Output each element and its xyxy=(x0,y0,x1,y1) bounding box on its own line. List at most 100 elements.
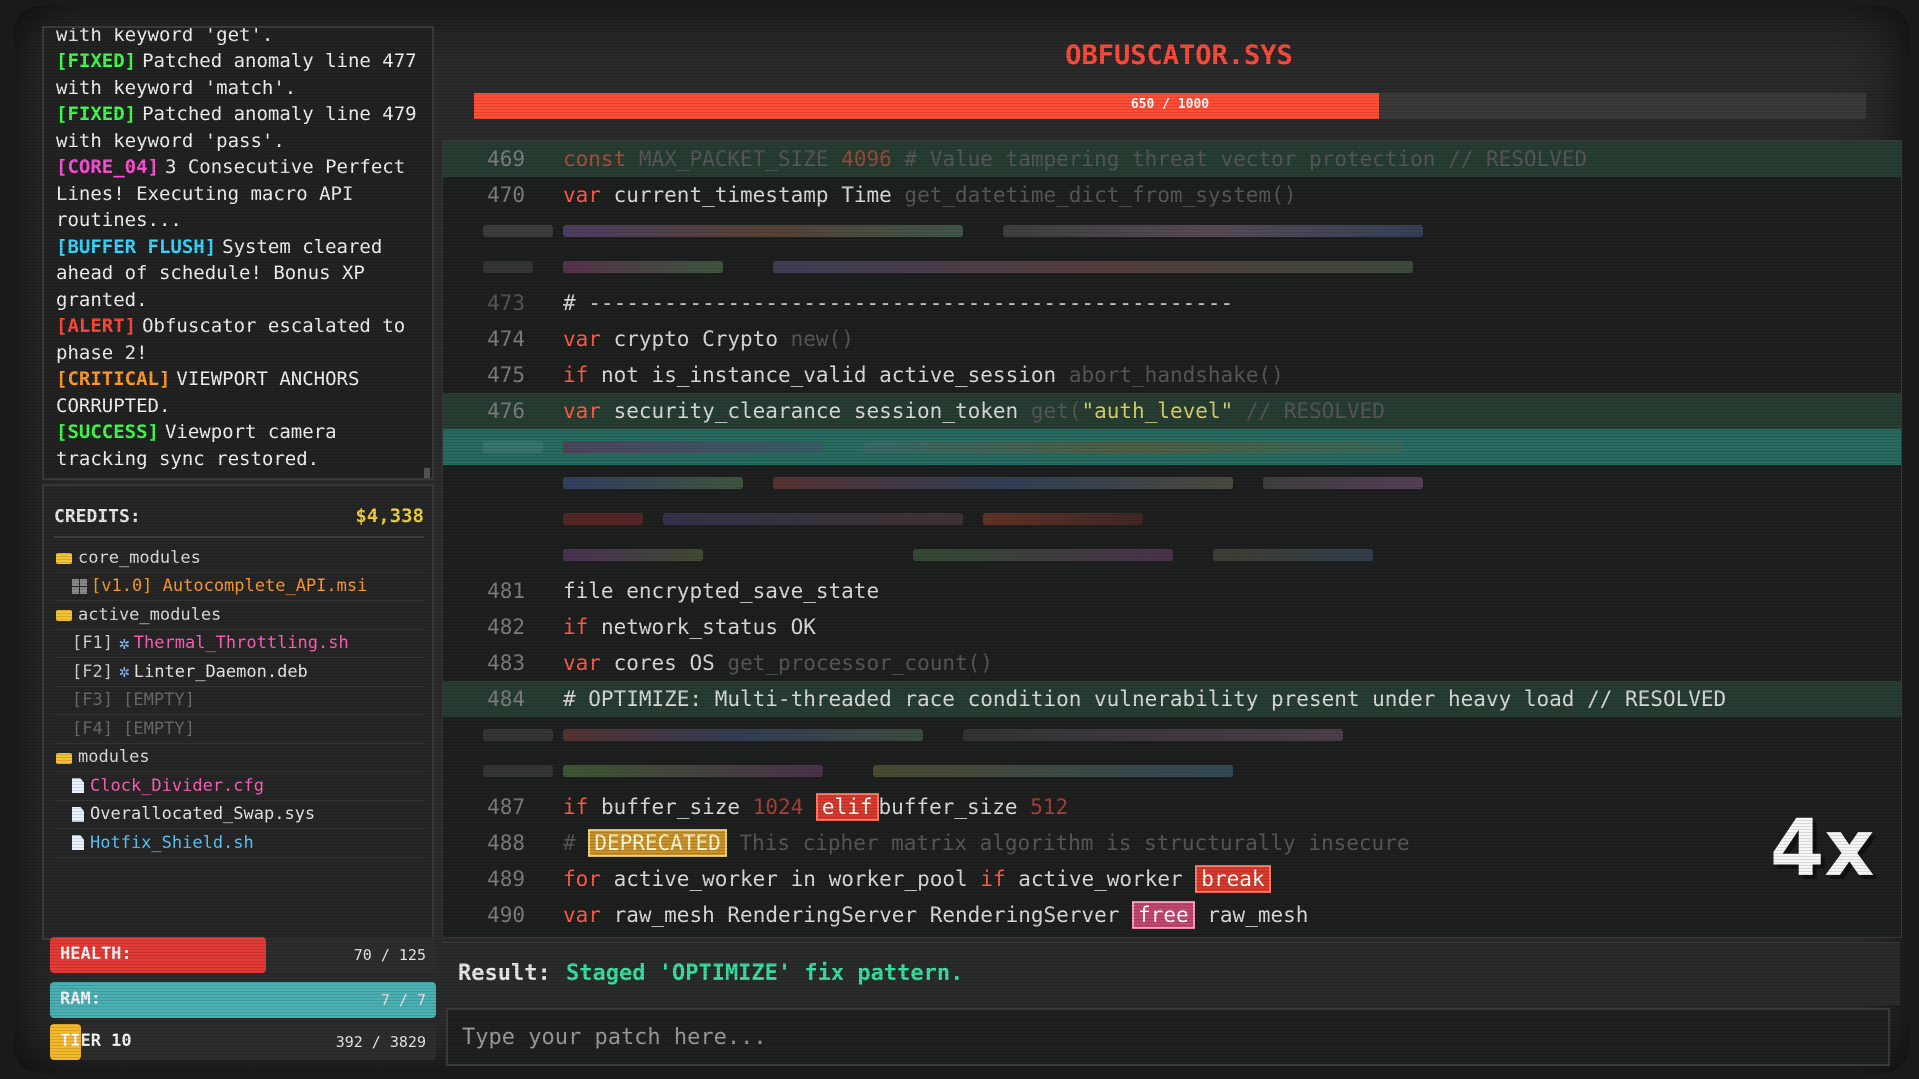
log-tag: [BUFFER FLUSH] xyxy=(56,235,217,258)
code-line-482[interactable]: 482 if network_status OK xyxy=(443,609,1901,645)
code-line-475[interactable]: 475 if not is_instance_valid active_sess… xyxy=(443,357,1901,393)
file-icon xyxy=(72,778,84,794)
file-label: Overallocated_Swap.sys xyxy=(90,804,316,825)
log-tag: [SUCCESS] xyxy=(56,421,159,443)
code-line-corrupted[interactable] xyxy=(443,501,1901,537)
code-line-corrupted[interactable] xyxy=(443,465,1901,501)
log-text: with keyword 'get'. xyxy=(56,26,274,46)
line-number: 470 xyxy=(487,183,525,207)
line-number: 490 xyxy=(487,903,525,927)
file-label: Hotfix_Shield.sh xyxy=(90,832,254,853)
combo-multiplier: 4x xyxy=(1770,804,1875,894)
code-line-470[interactable]: 470 var current_timestamp Time get_datet… xyxy=(443,177,1901,213)
folder-modules[interactable]: modules xyxy=(54,744,424,772)
event-log-panel[interactable]: with keyword 'get'. [FIXED] Patched anomal… xyxy=(42,26,434,480)
file-hotfix-shield[interactable]: Hotfix_Shield.sh xyxy=(54,829,424,858)
line-text: for active_worker in worker_pool if acti… xyxy=(563,861,1271,897)
slot-f1[interactable]: [F1] ✲ Thermal_Throttling.sh xyxy=(54,630,424,658)
result-label: Result: xyxy=(458,961,551,986)
code-line-483[interactable]: 483 var cores OS get_processor_count() xyxy=(443,645,1901,681)
line-text: var cores OS get_processor_count() xyxy=(563,651,993,675)
folder-label: active_modules xyxy=(78,604,222,625)
keyword-badge: break xyxy=(1195,865,1271,893)
line-number: 488 xyxy=(487,831,525,855)
code-line-476[interactable]: 476 var security_clearance session_token… xyxy=(443,393,1901,429)
code-line-481[interactable]: 481 file encrypted_save_state xyxy=(443,573,1901,609)
log-entry: [FIXED] Patched anomaly line 477 with key… xyxy=(56,48,422,101)
code-editor[interactable]: 469 const MAX_PACKET_SIZE 4096 # Value t… xyxy=(442,140,1902,938)
code-line-488[interactable]: 488 # DEPRECATED This cipher matrix algo… xyxy=(443,825,1901,861)
result-panel: Result: Staged 'OPTIMIZE' fix pattern. xyxy=(442,942,1900,1005)
line-text: var crypto Crypto new() xyxy=(563,327,854,351)
health-bar: HEALTH: 70 / 125 xyxy=(50,937,436,973)
module-autocomplete[interactable]: [v1.0] Autocomplete_API.msi xyxy=(54,573,424,601)
hotkey-label: [F2] xyxy=(72,661,113,682)
code-line-490[interactable]: 490 var raw_mesh RenderingServer Renderi… xyxy=(443,897,1901,933)
module-label: [v1.0] Autocomplete_API.msi xyxy=(91,576,368,597)
gear-icon: ✲ xyxy=(118,661,130,683)
code-line-corrupted[interactable] xyxy=(443,537,1901,573)
slot-f3-empty[interactable]: [F3] [EMPTY] xyxy=(54,687,424,715)
tier-bar: TIER 10 392 / 3829 xyxy=(50,1024,436,1060)
line-text: if not is_instance_valid active_session … xyxy=(563,363,1284,387)
log-entry: [CRITICAL] VIEWPORT ANCHORS CORRUPTED. xyxy=(56,366,422,419)
deprecated-badge: DEPRECATED xyxy=(588,829,727,857)
module-label: Thermal_Throttling.sh xyxy=(133,633,349,654)
code-line-489[interactable]: 489 for active_worker in worker_pool if … xyxy=(443,861,1901,897)
line-text: var current_timestamp Time get_datetime_… xyxy=(563,183,1297,207)
log-entry: with keyword 'get'. xyxy=(56,26,422,48)
code-line-corrupted[interactable] xyxy=(443,249,1901,285)
log-scrollbar[interactable] xyxy=(424,468,430,478)
line-text: var raw_mesh RenderingServer RenderingSe… xyxy=(563,901,1309,929)
line-number: 469 xyxy=(487,147,525,171)
log-entry: [BUFFER FLUSH] System cleared ahead of sc… xyxy=(56,234,422,314)
code-line-473[interactable]: 473 # ----------------------------------… xyxy=(443,285,1901,321)
code-line-corrupted[interactable] xyxy=(443,717,1901,753)
health-label: HEALTH: xyxy=(60,944,132,964)
code-line-484[interactable]: 484 # OPTIMIZE: Multi-threaded race cond… xyxy=(443,681,1901,717)
line-text: if network_status OK xyxy=(563,615,816,639)
code-line-active-corrupted[interactable] xyxy=(443,429,1901,465)
line-text: if buffer_size 1024 elif buffer_size 512 xyxy=(563,793,1069,821)
line-number: 476 xyxy=(487,399,525,423)
gear-icon: ✲ xyxy=(118,632,130,654)
folder-icon xyxy=(56,752,72,764)
inventory-panel: CREDITS: $4,338 core_modules [v1.0] Auto… xyxy=(42,484,434,940)
ram-label: RAM: xyxy=(60,989,101,1009)
code-line-corrupted[interactable] xyxy=(443,213,1901,249)
log-tag: [CORE_04] xyxy=(56,156,159,178)
file-overallocated-swap[interactable]: Overallocated_Swap.sys xyxy=(54,801,424,829)
code-line-469[interactable]: 469 const MAX_PACKET_SIZE 4096 # Value t… xyxy=(443,141,1901,177)
code-line-487[interactable]: 487 if buffer_size 1024 elif buffer_size … xyxy=(443,789,1901,825)
log-tag: [FIXED] xyxy=(56,103,137,125)
line-text: var security_clearance session_token get… xyxy=(563,399,1385,423)
patch-input[interactable] xyxy=(446,1008,1890,1066)
folder-core-modules[interactable]: core_modules xyxy=(54,544,424,573)
log-tag: [CRITICAL] xyxy=(56,368,171,390)
tier-label: TIER 10 xyxy=(60,1031,132,1051)
file-clock-divider[interactable]: Clock_Divider.cfg xyxy=(54,772,424,801)
module-tree: core_modules [v1.0] Autocomplete_API.msi… xyxy=(54,544,424,858)
log-tag: [FIXED] xyxy=(56,50,137,72)
slot-f2[interactable]: [F2] ✲ Linter_Daemon.deb xyxy=(54,658,424,687)
log-entry: [SUCCESS] Viewport camera tracking sync r… xyxy=(56,419,422,472)
keyword-badge: free xyxy=(1132,901,1195,929)
line-number: 489 xyxy=(487,867,525,891)
game-screen: with keyword 'get'. [FIXED] Patched anomal… xyxy=(14,6,1909,1073)
slot-label: [F3] [EMPTY] xyxy=(72,690,195,711)
line-text: # --------------------------------------… xyxy=(563,291,1234,315)
line-number: 483 xyxy=(487,651,525,675)
health-value: 70 / 125 xyxy=(353,946,426,964)
ram-value: 7 / 7 xyxy=(380,991,426,1009)
code-line-corrupted[interactable] xyxy=(443,753,1901,789)
result-message: Staged 'OPTIMIZE' fix pattern. xyxy=(566,961,964,986)
file-icon xyxy=(72,835,84,851)
line-number: 484 xyxy=(487,687,525,711)
slot-f4-empty[interactable]: [F4] [EMPTY] xyxy=(54,715,424,744)
folder-active-modules[interactable]: active_modules xyxy=(54,601,424,630)
file-icon xyxy=(72,806,84,822)
code-line-474[interactable]: 474 var crypto Crypto new() xyxy=(443,321,1901,357)
obfuscator-progress-bar: 650 / 1000 xyxy=(474,93,1866,119)
folder-icon xyxy=(56,610,72,622)
log-entry: [ALERT] Obfuscator escalated to phase 2! xyxy=(56,313,422,366)
